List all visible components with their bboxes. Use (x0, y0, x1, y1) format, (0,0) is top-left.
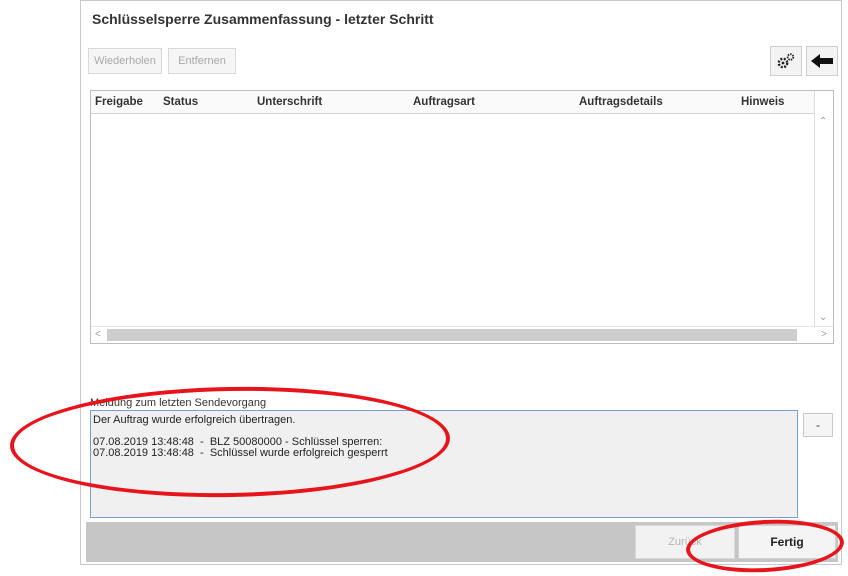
column-header-hinweis[interactable]: Hinweis (741, 96, 784, 108)
settings-button[interactable] (770, 46, 802, 76)
orders-table: Freigabe Status Unterschrift Auftragsart… (90, 90, 834, 344)
back-arrow-button[interactable] (806, 46, 838, 76)
done-button[interactable]: Fertig (738, 525, 836, 559)
column-header-auftragsdetails[interactable]: Auftragsdetails (579, 96, 663, 108)
scroll-left-icon[interactable]: < (95, 330, 101, 340)
vertical-scrollbar[interactable]: ⌃ ⌄ (814, 91, 833, 327)
column-header-freigabe[interactable]: Freigabe (95, 96, 143, 108)
message-textarea[interactable]: Der Auftrag wurde erfolgreich übertragen… (90, 410, 798, 518)
scroll-right-icon[interactable]: > (821, 330, 827, 340)
column-header-unterschrift[interactable]: Unterschrift (257, 96, 322, 108)
message-label: Meldung zum letzten Sendevorgang (90, 397, 267, 409)
repeat-button[interactable]: Wiederholen (88, 48, 162, 74)
scroll-down-icon[interactable]: ⌄ (819, 313, 827, 323)
remove-button[interactable]: Entfernen (168, 48, 236, 74)
collapse-message-button[interactable]: - (803, 413, 833, 437)
scroll-up-icon[interactable]: ⌃ (819, 117, 827, 127)
dialog-title: Schlüsselsperre Zusammenfassung - letzte… (92, 11, 434, 27)
message-line: Der Auftrag wurde erfolgreich übertragen… (93, 414, 296, 426)
scrollbar-thumb[interactable] (107, 329, 797, 341)
table-header: Freigabe Status Unterschrift Auftragsart… (91, 91, 816, 114)
horizontal-scrollbar[interactable]: < > (91, 326, 833, 343)
arrow-left-icon (811, 54, 833, 68)
column-header-status[interactable]: Status (163, 96, 198, 108)
back-button[interactable]: Zurück (635, 525, 735, 559)
message-line: 07.08.2019 13:48:48 - Schlüssel wurde er… (93, 447, 388, 459)
column-header-auftragsart[interactable]: Auftragsart (413, 96, 475, 108)
gears-icon (777, 53, 795, 69)
